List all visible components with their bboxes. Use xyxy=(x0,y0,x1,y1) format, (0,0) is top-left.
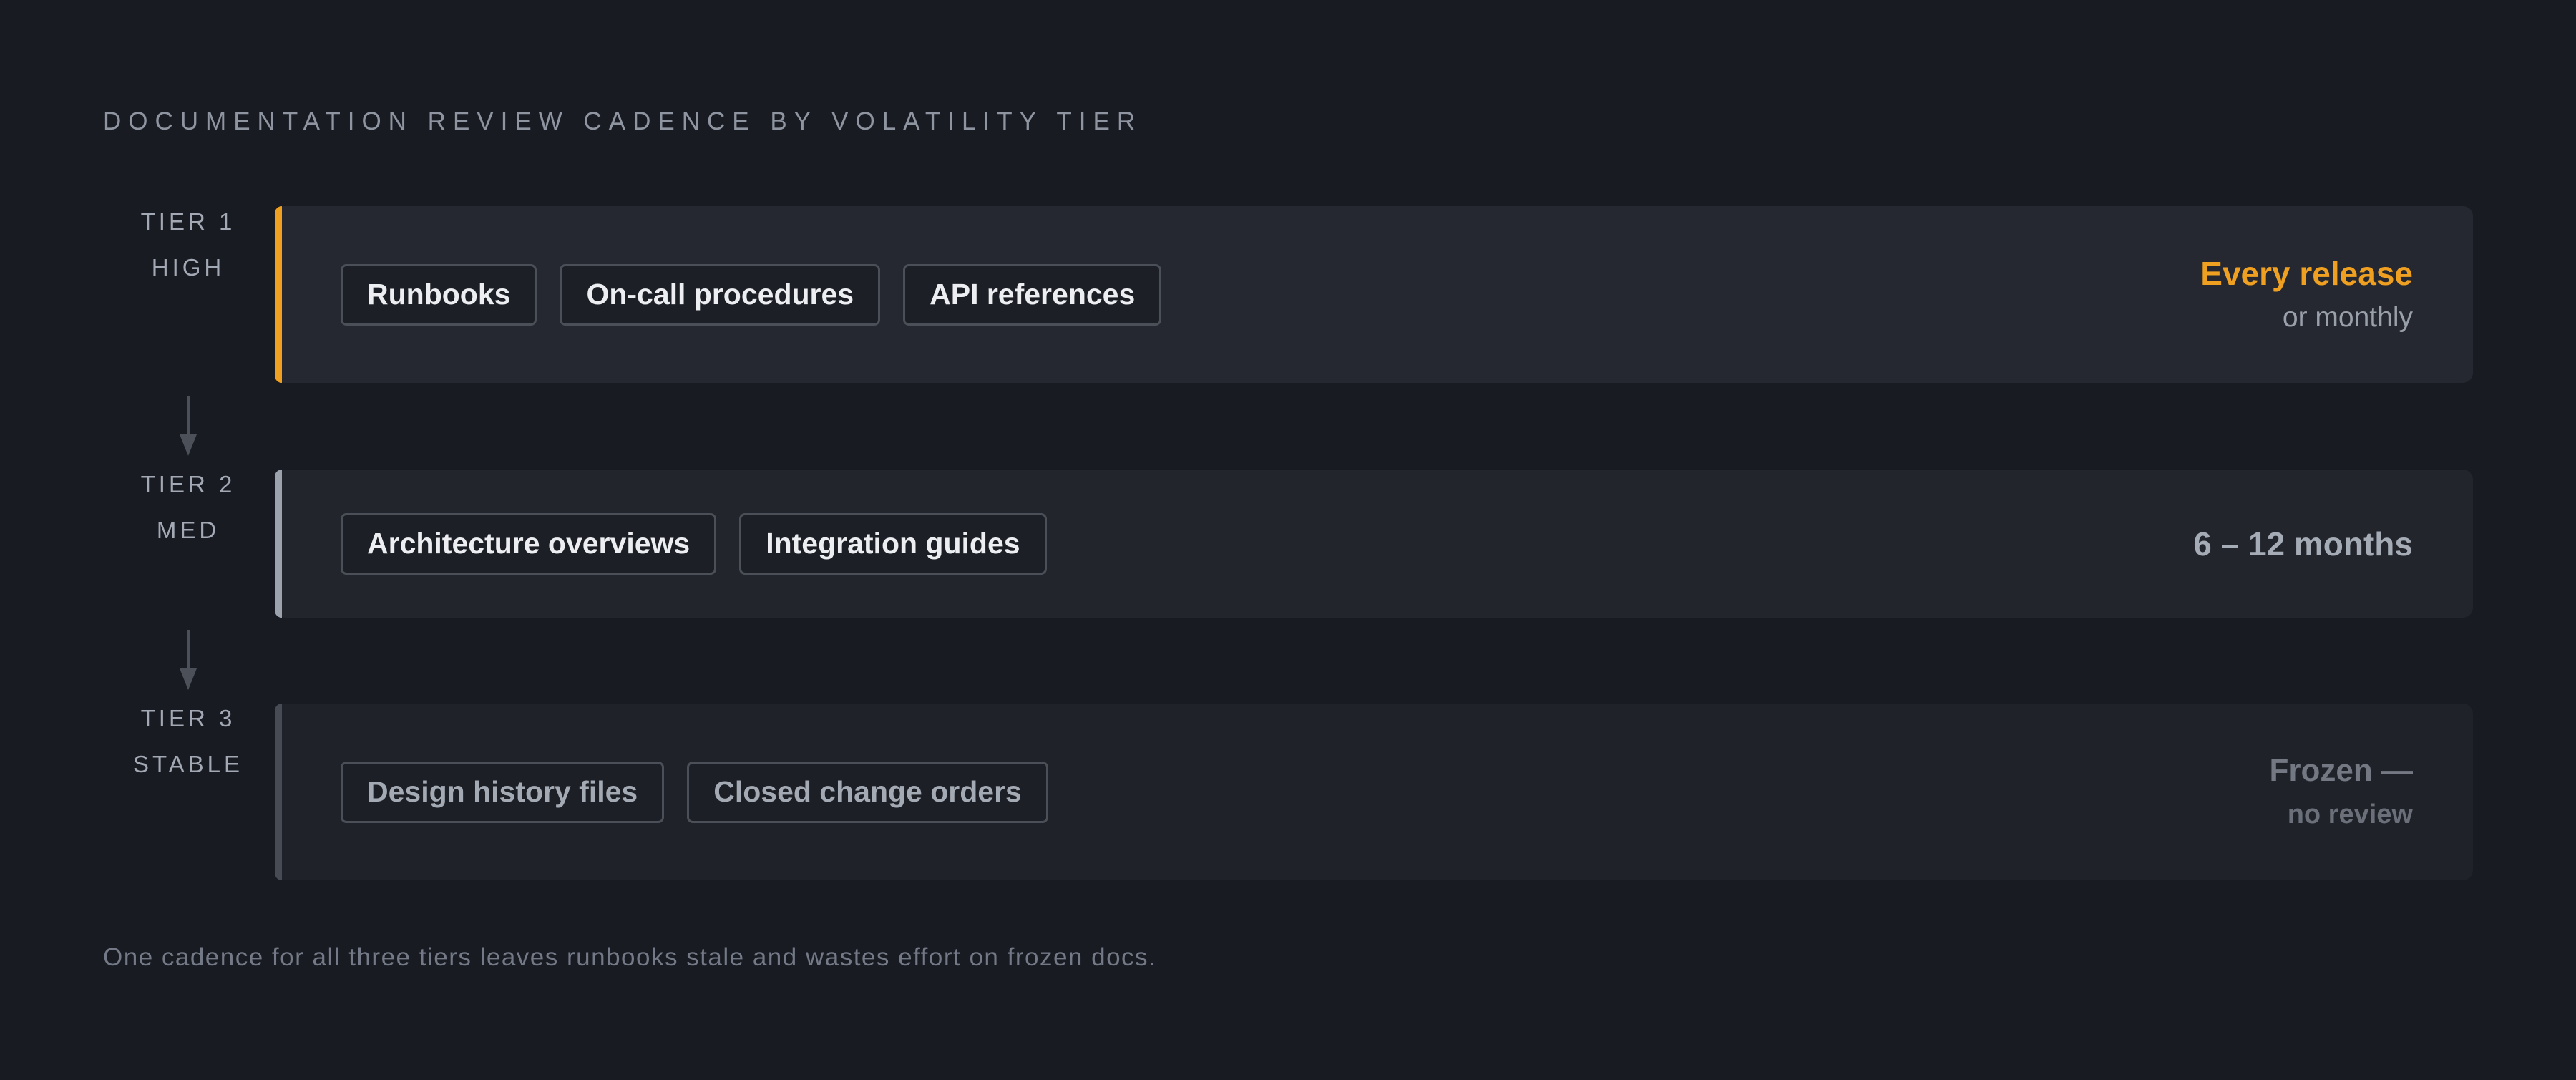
doc-chip-api-references: API references xyxy=(903,263,1162,326)
tier-3-band: Design history files Closed change order… xyxy=(275,704,2473,880)
tier-1-cadence: Every release or monthly xyxy=(2200,250,2413,339)
diagram-canvas: DOCUMENTATION REVIEW CADENCE BY VOLATILI… xyxy=(0,0,2576,1080)
tier-2-accent-bar xyxy=(275,470,282,618)
footnote: One cadence for all three tiers leaves r… xyxy=(103,943,1157,971)
tier-3-accent-bar xyxy=(275,704,282,880)
tier-1-accent-bar xyxy=(275,206,282,383)
tier-1-label: TIER 1 HIGH xyxy=(107,199,269,291)
tier-1-name: TIER 1 xyxy=(140,208,236,235)
doc-chip-design-history-files: Design history files xyxy=(341,761,665,823)
tier-2-label: TIER 2 MED xyxy=(107,462,269,553)
doc-chip-closed-change-orders: Closed change orders xyxy=(687,761,1048,823)
tier-3-cadence-sub: no review xyxy=(2287,799,2413,830)
tier-3-cadence-main: Frozen — xyxy=(2269,752,2413,788)
tier-2-doc-types: Architecture overviews Integration guide… xyxy=(341,512,1047,575)
tier-3-cadence: Frozen — no review xyxy=(2270,749,2413,836)
doc-chip-on-call-procedures: On-call procedures xyxy=(560,263,881,326)
tier-2-name: TIER 2 xyxy=(140,471,236,497)
tier-1-to-2-arrow xyxy=(180,396,197,456)
tier-2-level: MED xyxy=(156,517,220,543)
doc-chip-architecture-overviews: Architecture overviews xyxy=(341,512,717,575)
tier-2-cadence: 6 – 12 months xyxy=(2193,521,2413,567)
tier-1-cadence-sub: or monthly xyxy=(2282,301,2413,333)
tier-1-level: HIGH xyxy=(151,254,225,281)
tier-3-name: TIER 3 xyxy=(140,705,236,731)
tier-1-band: Runbooks On-call procedures API referenc… xyxy=(275,206,2473,383)
tier-3-doc-types: Design history files Closed change order… xyxy=(341,761,1048,823)
doc-chip-runbooks: Runbooks xyxy=(341,263,537,326)
tier-3-label: TIER 3 STABLE xyxy=(107,696,269,787)
tier-2-band: Architecture overviews Integration guide… xyxy=(275,470,2473,618)
doc-chip-integration-guides: Integration guides xyxy=(739,512,1047,575)
tier-1-cadence-main: Every release xyxy=(2200,254,2413,292)
tier-2-cadence-main: 6 – 12 months xyxy=(2193,525,2413,563)
tier-3-level: STABLE xyxy=(132,751,244,777)
tier-2-to-3-arrow xyxy=(180,630,197,690)
tier-1-doc-types: Runbooks On-call procedures API referenc… xyxy=(341,263,1162,326)
diagram-title: DOCUMENTATION REVIEW CADENCE BY VOLATILI… xyxy=(103,107,1143,135)
